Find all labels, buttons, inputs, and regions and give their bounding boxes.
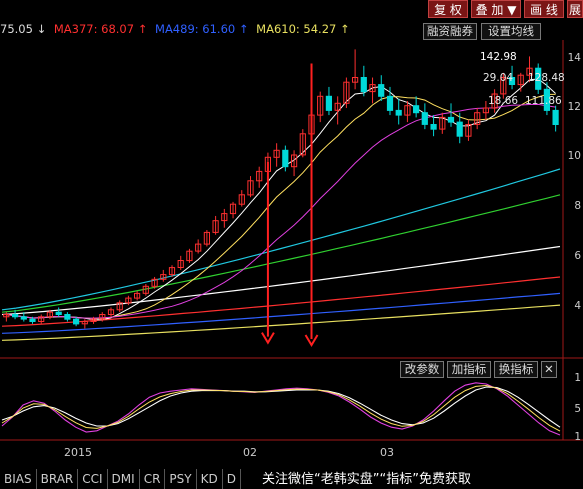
candle-body [20,316,27,320]
change-params-button[interactable]: 改参数 [400,361,444,378]
overlay-button[interactable]: 叠 加 ▼ [471,0,521,18]
tab-cr[interactable]: CR [140,469,166,489]
candle-body [29,318,36,323]
price-label-mid2: 128.48 [528,72,565,84]
legend-lead: 75.05 ↓ [0,22,47,36]
add-indicator-button[interactable]: 加指标 [447,361,491,378]
price-label-high: 142.98 [480,51,517,63]
close-indicator-button[interactable]: ✕ [541,361,557,378]
ma-line-ma489 [1,292,561,334]
candle-body [413,105,420,114]
price-label-low: 18.66 [488,95,518,107]
indicator-tabs: BIAS BRAR CCI DMI CR PSY KD D [0,469,262,489]
chart-canvas: 142.98 29.04 128.48 18.66 111.86 [0,40,583,441]
date-label-2015: 2015 [64,446,92,459]
tab-brar[interactable]: BRAR [37,469,79,489]
osc-tick-bottom: 1 [574,431,581,443]
watermark-text: 关注微信“老韩实盘”“指标”免费获取 [262,472,471,487]
ma-line-ma5 [6,78,556,321]
tab-d[interactable]: D [223,469,241,489]
tab-bias[interactable]: BIAS [0,469,37,489]
y-tick-10: 10 [567,150,581,162]
ma-line-ma60 [1,168,561,311]
draw-line-button[interactable]: 画 线 [524,0,564,18]
candle-body [64,314,71,320]
candle-body [430,124,437,130]
tab-dmi[interactable]: DMI [108,469,140,489]
y-tick-8: 8 [574,200,581,212]
tab-psy[interactable]: PSY [165,469,197,489]
y-tick-14: 14 [567,52,581,64]
legend-ma377: MA377: 68.07 ↑ [53,22,148,36]
legend-ma489: MA489: 61.60 ↑ [155,22,249,36]
candle-body [360,77,367,93]
osc-tick-top: 1 [574,372,581,384]
restore-rights-button[interactable]: 复 权 [428,0,468,18]
date-label-03: 03 [380,446,394,459]
candle-body [325,95,332,111]
candle-body [73,318,80,325]
osc-tick-mid: 5 [574,403,581,415]
tab-kd[interactable]: KD [197,469,223,489]
candle-body [55,311,62,316]
ma-line-ma120 [1,194,561,313]
date-label-02: 02 [243,446,257,459]
candle-body [12,314,19,318]
candle-body [456,121,463,137]
y-tick-6: 6 [574,250,581,262]
price-label-low2: 111.86 [525,95,562,107]
candle-body [421,112,428,125]
y-tick-12: 12 [567,101,581,113]
candle-body [447,116,455,123]
candle-body [386,95,394,111]
y-tick-4: 4 [574,300,581,312]
expand-button[interactable]: 展 [567,0,583,18]
candle-body [282,149,289,168]
tab-cci[interactable]: CCI [78,469,108,489]
price-label-mid: 29.04 [483,72,513,84]
legend-ma610: MA610: 54.27 ↑ [256,22,350,36]
osc-d-line [1,386,561,428]
margin-trading-button[interactable]: 融资融券 [423,23,477,40]
osc-j-line [1,384,561,432]
candle-body [552,109,559,126]
ma-settings-button[interactable]: 设置均线 [481,23,541,40]
switch-indicator-button[interactable]: 换指标 [494,361,538,378]
ma-line-ma610 [1,304,561,341]
candle-body [395,109,402,116]
ma-legend: 75.05 ↓ MA377: 68.07 ↑ MA489: 61.60 ↑ MA… [0,22,354,36]
candle-body [378,84,385,97]
